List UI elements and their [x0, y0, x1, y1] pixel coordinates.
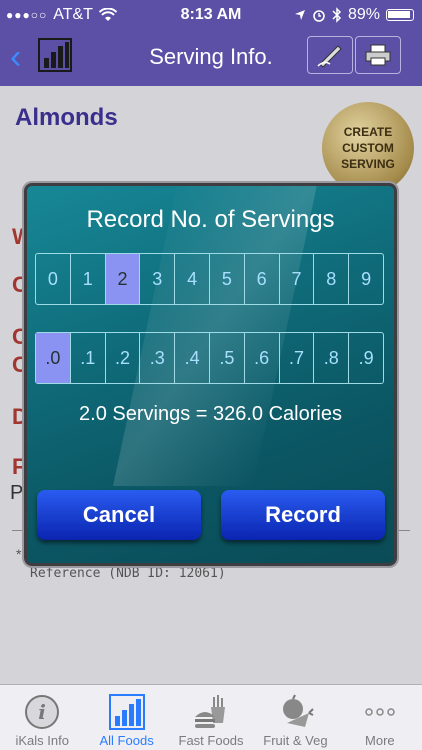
pen-icon — [317, 45, 342, 68]
whole-digit-0[interactable]: 0 — [36, 254, 71, 304]
bar-chart-icon — [107, 693, 147, 731]
more-dots-icon — [360, 693, 400, 731]
edit-button[interactable] — [307, 36, 353, 74]
whole-servings-picker: 0 1 2 3 4 5 6 7 8 9 — [35, 253, 384, 305]
decimal-digit-9[interactable]: .9 — [349, 333, 383, 383]
record-button[interactable]: Record — [221, 490, 385, 540]
decimal-digit-5[interactable]: .5 — [210, 333, 245, 383]
whole-digit-3[interactable]: 3 — [140, 254, 176, 304]
alarm-icon — [313, 10, 325, 22]
burger-fries-icon — [191, 693, 231, 731]
decimal-digit-3[interactable]: .3 — [140, 333, 176, 383]
decimal-digit-1[interactable]: .1 — [71, 333, 106, 383]
navigation-bar: ‹ Serving Info. — [0, 30, 422, 86]
tab-fast-foods[interactable]: Fast Foods — [169, 685, 253, 750]
record-servings-dialog: Record No. of Servings 0 1 2 3 4 5 6 7 8… — [24, 183, 397, 566]
food-title: Almonds — [15, 104, 118, 131]
print-button[interactable] — [355, 36, 401, 74]
tab-ikals-info[interactable]: i iKals Info — [0, 685, 84, 750]
whole-digit-4[interactable]: 4 — [175, 254, 210, 304]
tab-fruit-veg[interactable]: Fruit & Veg — [253, 685, 337, 750]
tab-label: iKals Info — [15, 733, 69, 748]
printer-icon — [365, 44, 391, 66]
apple-carrot-icon — [275, 693, 315, 731]
decimal-digit-6[interactable]: .6 — [245, 333, 280, 383]
tab-label: Fruit & Veg — [263, 733, 328, 748]
servings-calories-result: 2.0 Servings = 326.0 Calories — [79, 403, 342, 425]
whole-digit-6[interactable]: 6 — [245, 254, 280, 304]
decimal-digit-2[interactable]: .2 — [106, 333, 141, 383]
whole-digit-7[interactable]: 7 — [280, 254, 315, 304]
tab-label: All Foods — [99, 733, 154, 748]
whole-digit-2[interactable]: 2 — [105, 254, 141, 304]
partial-text: P — [10, 482, 24, 504]
whole-digit-8[interactable]: 8 — [314, 254, 350, 304]
tab-label: Fast Foods — [178, 733, 244, 748]
tab-more[interactable]: More — [338, 685, 422, 750]
info-icon: i — [22, 693, 62, 731]
svg-text:i: i — [38, 700, 46, 724]
reference-text: Reference (NDB ID: 12061) — [30, 566, 226, 581]
cancel-button[interactable]: Cancel — [37, 490, 201, 540]
tab-label: More — [365, 733, 395, 748]
create-custom-serving-button[interactable]: CREATE CUSTOM SERVING — [322, 102, 414, 194]
decimal-digit-7[interactable]: .7 — [280, 333, 315, 383]
decimal-digit-4[interactable]: .4 — [175, 333, 210, 383]
whole-digit-5[interactable]: 5 — [210, 254, 245, 304]
tab-bar: i iKals Info All Foods Fast Foods Fruit … — [0, 684, 422, 750]
decimal-digit-0[interactable]: .0 — [36, 333, 71, 383]
dialog-title: Record No. of Servings — [86, 206, 335, 233]
status-bar: ●●●○○ AT&T 8:13 AM 89% — [0, 0, 422, 30]
decimal-digit-8[interactable]: .8 — [314, 333, 350, 383]
whole-digit-9[interactable]: 9 — [349, 254, 383, 304]
battery-percent: 89% — [347, 6, 380, 23]
decimal-servings-picker: .0 .1 .2 .3 .4 .5 .6 .7 .8 .9 — [35, 332, 384, 384]
location-arrow-icon — [294, 10, 305, 20]
bluetooth-icon — [332, 7, 342, 23]
footnote-marker: * — [16, 546, 22, 562]
battery-icon — [386, 9, 414, 21]
whole-digit-1[interactable]: 1 — [71, 254, 106, 304]
top-bar: ●●●○○ AT&T 8:13 AM 89% ‹ Serving Info. — [0, 0, 422, 86]
tab-all-foods[interactable]: All Foods — [84, 685, 168, 750]
